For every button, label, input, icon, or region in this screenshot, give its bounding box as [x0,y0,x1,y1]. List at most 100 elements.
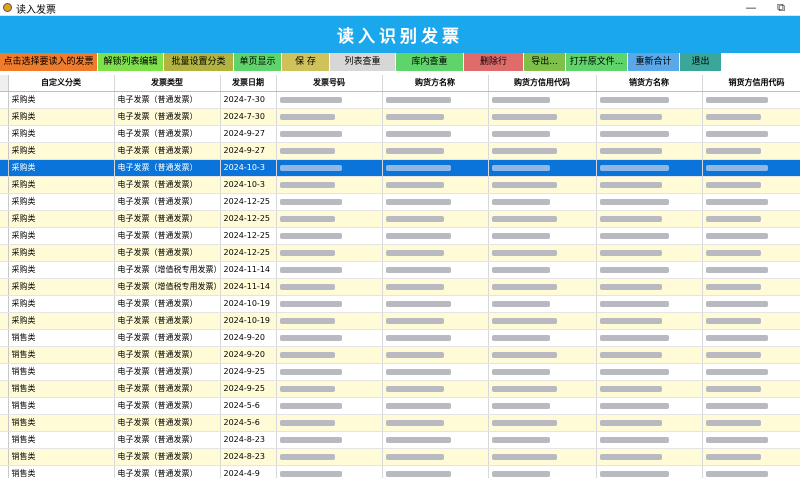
table-row[interactable]: 采购类 电子发票（增值税专用发票） 2024-11-14 [0,278,800,296]
seller-credit-code-cell[interactable] [702,397,800,415]
buyer-credit-code-cell[interactable] [488,278,597,296]
buyer-name-cell[interactable] [382,227,489,245]
invoice-type-cell[interactable]: 电子发票（普通发票） [114,414,221,432]
seller-credit-code-cell[interactable] [702,125,800,143]
row-header[interactable] [0,397,9,415]
buyer-credit-code-cell[interactable] [488,312,597,330]
invoice-type-cell[interactable]: 电子发票（普通发票） [114,465,221,478]
row-header[interactable] [0,329,9,347]
invoice-number-cell[interactable] [276,380,383,398]
buyer-name-cell[interactable] [382,431,489,449]
table-row[interactable]: 采购类 电子发票（普通发票） 2024-7-30 [0,108,800,126]
invoice-date-cell[interactable]: 2024-9-20 [220,346,277,364]
seller-name-cell[interactable] [596,108,703,126]
buyer-credit-code-cell[interactable] [488,380,597,398]
invoice-number-cell[interactable] [276,176,383,194]
invoice-number-cell[interactable] [276,142,383,160]
category-cell[interactable]: 销售类 [8,346,115,364]
invoice-date-cell[interactable]: 2024-12-25 [220,244,277,262]
buyer-name-cell[interactable] [382,380,489,398]
maximize-button[interactable]: ⧉ [766,0,796,15]
buyer-name-cell[interactable] [382,278,489,296]
invoice-number-cell[interactable] [276,329,383,347]
table-row[interactable]: 销售类 电子发票（普通发票） 2024-9-20 [0,346,800,364]
buyer-credit-code-cell[interactable] [488,329,597,347]
seller-credit-code-cell[interactable] [702,108,800,126]
invoice-date-cell[interactable]: 2024-7-30 [220,108,277,126]
buyer-name-cell[interactable] [382,414,489,432]
minimize-button[interactable]: — [736,0,766,15]
table-row[interactable]: 采购类 电子发票（普通发票） 2024-12-25 [0,193,800,211]
buyer-credit-code-cell[interactable] [488,261,597,279]
seller-credit-code-cell[interactable] [702,159,800,177]
category-cell[interactable]: 采购类 [8,125,115,143]
column-header[interactable]: 自定义分类 [8,75,115,92]
seller-name-cell[interactable] [596,142,703,160]
row-header[interactable] [0,380,9,398]
invoice-date-cell[interactable]: 2024-11-14 [220,261,277,279]
buyer-credit-code-cell[interactable] [488,176,597,194]
seller-name-cell[interactable] [596,125,703,143]
table-row[interactable]: 采购类 电子发票（普通发票） 2024-9-27 [0,142,800,160]
invoice-number-cell[interactable] [276,295,383,313]
seller-credit-code-cell[interactable] [702,312,800,330]
seller-name-cell[interactable] [596,397,703,415]
category-cell[interactable]: 销售类 [8,363,115,381]
table-row[interactable]: 销售类 电子发票（普通发票） 2024-9-20 [0,329,800,347]
invoice-number-cell[interactable] [276,227,383,245]
seller-name-cell[interactable] [596,244,703,262]
row-header[interactable] [0,295,9,313]
table-row[interactable]: 采购类 电子发票（普通发票） 2024-10-19 [0,295,800,313]
seller-name-cell[interactable] [596,91,703,109]
seller-credit-code-cell[interactable] [702,295,800,313]
invoice-date-cell[interactable]: 2024-8-23 [220,448,277,466]
invoice-date-cell[interactable]: 2024-4-9 [220,465,277,478]
invoice-type-cell[interactable]: 电子发票（普通发票） [114,91,221,109]
seller-name-cell[interactable] [596,431,703,449]
invoice-type-cell[interactable]: 电子发票（普通发票） [114,295,221,313]
category-cell[interactable]: 销售类 [8,397,115,415]
invoice-type-cell[interactable]: 电子发票（普通发票） [114,448,221,466]
table-row[interactable]: 销售类 电子发票（普通发票） 2024-8-23 [0,448,800,466]
row-header[interactable] [0,210,9,228]
open-original-file-button[interactable]: 打开原文件... [566,53,628,71]
buyer-name-cell[interactable] [382,363,489,381]
invoice-type-cell[interactable]: 电子发票（普通发票） [114,346,221,364]
invoice-number-cell[interactable] [276,312,383,330]
invoice-number-cell[interactable] [276,346,383,364]
invoice-date-cell[interactable]: 2024-9-20 [220,329,277,347]
table-row[interactable]: 销售类 电子发票（普通发票） 2024-8-23 [0,431,800,449]
column-header[interactable]: 销货方名称 [596,75,703,92]
invoice-number-cell[interactable] [276,108,383,126]
seller-credit-code-cell[interactable] [702,278,800,296]
buyer-name-cell[interactable] [382,176,489,194]
category-cell[interactable]: 采购类 [8,244,115,262]
invoice-number-cell[interactable] [276,397,383,415]
seller-credit-code-cell[interactable] [702,244,800,262]
category-cell[interactable]: 销售类 [8,414,115,432]
row-header[interactable] [0,91,9,109]
category-cell[interactable]: 采购类 [8,227,115,245]
category-cell[interactable]: 采购类 [8,312,115,330]
row-header[interactable] [0,448,9,466]
buyer-credit-code-cell[interactable] [488,295,597,313]
buyer-name-cell[interactable] [382,346,489,364]
invoice-type-cell[interactable]: 电子发票（普通发票） [114,329,221,347]
seller-credit-code-cell[interactable] [702,431,800,449]
batch-set-category-button[interactable]: 批量设置分类 [164,53,234,71]
single-page-view-button[interactable]: 单页显示 [234,53,282,71]
invoice-date-cell[interactable]: 2024-12-25 [220,193,277,211]
seller-credit-code-cell[interactable] [702,193,800,211]
row-header[interactable] [0,142,9,160]
category-cell[interactable]: 采购类 [8,108,115,126]
invoice-type-cell[interactable]: 电子发票（普通发票） [114,193,221,211]
category-cell[interactable]: 采购类 [8,159,115,177]
category-cell[interactable]: 采购类 [8,210,115,228]
seller-name-cell[interactable] [596,193,703,211]
invoice-date-cell[interactable]: 2024-9-27 [220,125,277,143]
seller-name-cell[interactable] [596,261,703,279]
list-dedupe-button[interactable]: 列表查重 [330,53,396,71]
seller-name-cell[interactable] [596,210,703,228]
buyer-name-cell[interactable] [382,397,489,415]
category-cell[interactable]: 采购类 [8,261,115,279]
